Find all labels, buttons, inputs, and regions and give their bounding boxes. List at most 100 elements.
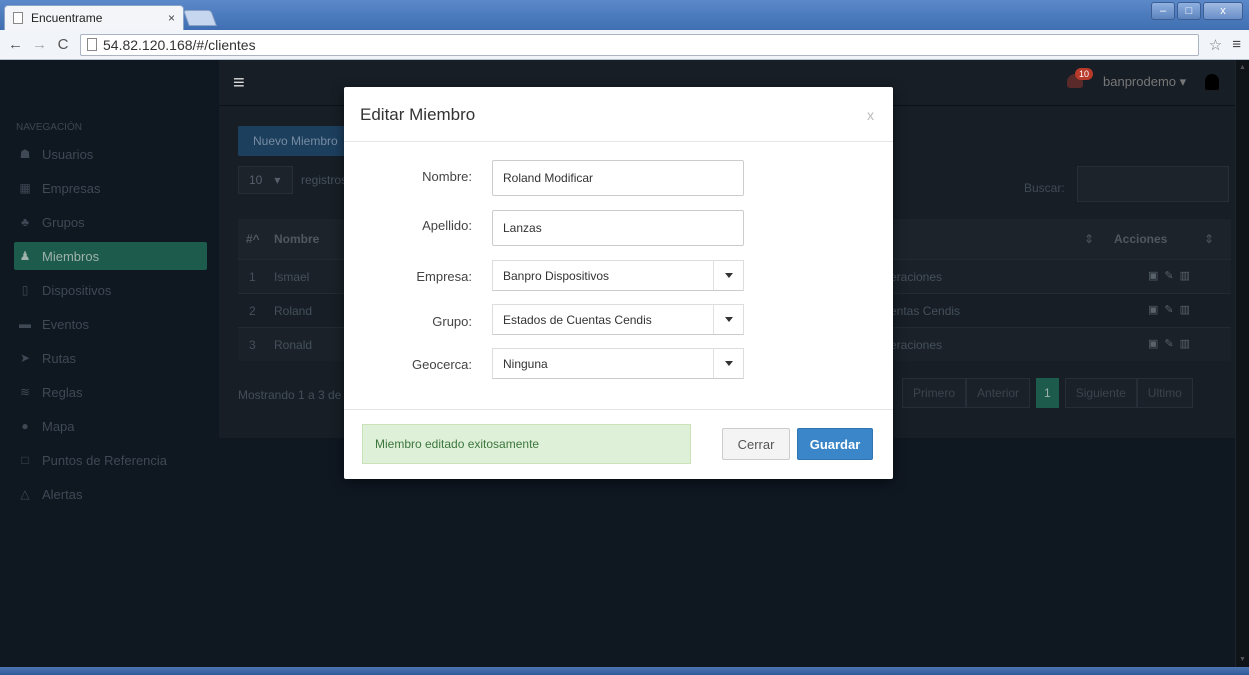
browser-menu-icon[interactable]: ≡ xyxy=(1232,36,1241,53)
document-icon xyxy=(87,38,97,51)
sidebar-item-usuarios[interactable]: ☗ Usuarios xyxy=(16,140,206,168)
page-icon xyxy=(13,12,23,24)
edit-pencil-icon[interactable]: ✎ xyxy=(1164,337,1173,350)
nombre-field[interactable] xyxy=(492,160,744,196)
cancel-button[interactable]: Cerrar xyxy=(722,428,790,460)
row-actions: ▣ ✎ ▥ xyxy=(1148,337,1190,350)
sidebar-item-label: Miembros xyxy=(42,248,100,264)
sidebar-item-reglas[interactable]: ≋ Reglas xyxy=(16,378,206,406)
sort-icon[interactable]: ⇕ xyxy=(1204,232,1214,246)
new-tab-button[interactable] xyxy=(183,10,217,26)
notifications-button[interactable]: 10 xyxy=(1067,68,1094,90)
search-label: Buscar: xyxy=(1024,181,1065,195)
pagination-page-1[interactable]: 1 xyxy=(1036,378,1059,408)
success-alert: Miembro editado exitosamente xyxy=(362,424,691,464)
sidebar-item-label: Puntos de Referencia xyxy=(42,452,168,468)
chevron-down-icon[interactable] xyxy=(713,305,743,334)
building-icon: ▦ xyxy=(19,181,31,195)
pagination-last[interactable]: Ultimo xyxy=(1136,378,1193,408)
pagination-previous[interactable]: Anterior xyxy=(966,378,1031,408)
column-header-actions[interactable]: Acciones xyxy=(1114,232,1167,246)
row-name: Ronald xyxy=(274,338,313,352)
chevron-down-icon: ▾ xyxy=(274,173,281,187)
sidebar-item-label: Dispositivos xyxy=(42,282,112,298)
apellido-field[interactable] xyxy=(492,210,744,246)
url-input[interactable]: 54.82.120.168/#/clientes xyxy=(80,33,1199,56)
edit-pencil-icon[interactable]: ✎ xyxy=(1164,269,1173,282)
url-text: 54.82.120.168/#/clientes xyxy=(103,36,256,53)
page-scrollbar[interactable]: ▲ ▼ xyxy=(1235,60,1249,667)
map-marker-icon: ● xyxy=(21,419,29,433)
grupo-select[interactable]: Estados de Cuentas Cendis xyxy=(492,304,744,335)
trash-icon[interactable]: ▥ xyxy=(1180,337,1190,350)
row-group: entas Cendis xyxy=(890,304,961,318)
browser-tab[interactable]: Encuentrame × xyxy=(4,5,184,30)
address-bar: ← → C 54.82.120.168/#/clientes ☆ ≡ xyxy=(0,30,1249,60)
sidebar-item-puntos-de-referencia[interactable]: □ Puntos de Referencia xyxy=(16,446,206,474)
sidebar-item-label: Grupos xyxy=(42,214,85,230)
row-number: 3 xyxy=(249,338,256,352)
sidebar-item-label: Alertas xyxy=(42,486,83,502)
phone-icon[interactable]: ▣ xyxy=(1148,269,1158,282)
pagination-next[interactable]: Siguiente xyxy=(1064,378,1137,408)
sidebar-item-label: Rutas xyxy=(42,350,76,366)
sidebar-item-dispositivos[interactable]: ▯ Dispositivos xyxy=(16,276,206,304)
hamburger-menu-icon[interactable]: ≡ xyxy=(233,72,245,95)
user-icon: ♟ xyxy=(19,249,31,263)
page-length-select[interactable]: 10 ▾ xyxy=(238,166,293,194)
forward-icon[interactable]: → xyxy=(32,36,47,53)
save-button[interactable]: Guardar xyxy=(797,428,873,460)
sidebar: NAVEGACIÓN ☗ Usuarios ▦ Empresas ♣ Grupo… xyxy=(0,60,219,675)
search-input[interactable] xyxy=(1077,166,1229,202)
reload-icon[interactable]: C xyxy=(56,36,70,53)
phone-icon[interactable]: ▣ xyxy=(1148,303,1158,316)
phone-icon[interactable]: ▣ xyxy=(1148,337,1158,350)
sidebar-item-grupos[interactable]: ♣ Grupos xyxy=(16,208,206,236)
empresa-select[interactable]: Banpro Dispositivos xyxy=(492,260,744,291)
sidebar-item-alertas[interactable]: △ Alertas xyxy=(16,480,206,508)
geocerca-select[interactable]: Ninguna xyxy=(492,348,744,379)
table-info: Mostrando 1 a 3 de xyxy=(238,388,342,402)
sidebar-item-miembros[interactable]: ♟ Miembros xyxy=(14,242,207,270)
sort-icon[interactable]: ⇕ xyxy=(1084,232,1094,246)
sidebar-item-label: Usuarios xyxy=(42,146,94,162)
close-window-button[interactable]: x xyxy=(1203,2,1243,20)
user-menu[interactable]: banprodemo ▾ xyxy=(1103,74,1186,90)
sidebar-item-label: Reglas xyxy=(42,384,83,400)
new-member-button[interactable]: Nuevo Miembro xyxy=(238,126,348,156)
modal-header: Editar Miembro x xyxy=(344,87,893,142)
modal-footer-divider xyxy=(344,409,893,410)
chevron-down-icon[interactable] xyxy=(713,261,743,290)
sidebar-item-mapa[interactable]: ● Mapa xyxy=(16,412,206,440)
trash-icon[interactable]: ▥ xyxy=(1180,269,1190,282)
square-icon: □ xyxy=(21,453,29,467)
tab-close-icon[interactable]: × xyxy=(168,11,175,25)
empresa-selected-value: Banpro Dispositivos xyxy=(503,269,610,283)
row-actions: ▣ ✎ ▥ xyxy=(1148,303,1190,316)
sidebar-item-label: Empresas xyxy=(42,180,101,196)
back-icon[interactable]: ← xyxy=(8,36,23,53)
trash-icon[interactable]: ▥ xyxy=(1180,303,1190,316)
tab-title: Encuentrame xyxy=(31,11,103,25)
pagination-first[interactable]: Primero xyxy=(902,378,967,408)
column-header-name[interactable]: Nombre xyxy=(274,232,319,246)
sidebar-item-label: Mapa xyxy=(42,418,75,434)
grupo-selected-value: Estados de Cuentas Cendis xyxy=(503,313,652,327)
user-avatar-icon[interactable] xyxy=(1205,74,1219,90)
column-header-number[interactable]: #^ xyxy=(246,232,260,246)
row-name: Ismael xyxy=(274,270,310,284)
edit-pencil-icon[interactable]: ✎ xyxy=(1164,303,1173,316)
chevron-down-icon[interactable] xyxy=(713,349,743,378)
sidebar-item-eventos[interactable]: ▬ Eventos xyxy=(16,310,206,338)
bookmark-star-icon[interactable]: ☆ xyxy=(1209,36,1222,54)
sidebar-item-rutas[interactable]: ➤ Rutas xyxy=(16,344,206,372)
grupo-label: Grupo: xyxy=(432,314,472,329)
scroll-up-icon[interactable]: ▲ xyxy=(1239,64,1246,71)
scroll-down-icon[interactable]: ▼ xyxy=(1239,656,1246,663)
maximize-button[interactable]: □ xyxy=(1177,2,1201,20)
minimize-button[interactable]: – xyxy=(1151,2,1175,20)
sidebar-item-empresas[interactable]: ▦ Empresas xyxy=(16,174,206,202)
row-group: eraciones xyxy=(890,338,943,352)
page-length-label: registros xyxy=(301,173,348,187)
close-icon[interactable]: x xyxy=(867,107,874,123)
